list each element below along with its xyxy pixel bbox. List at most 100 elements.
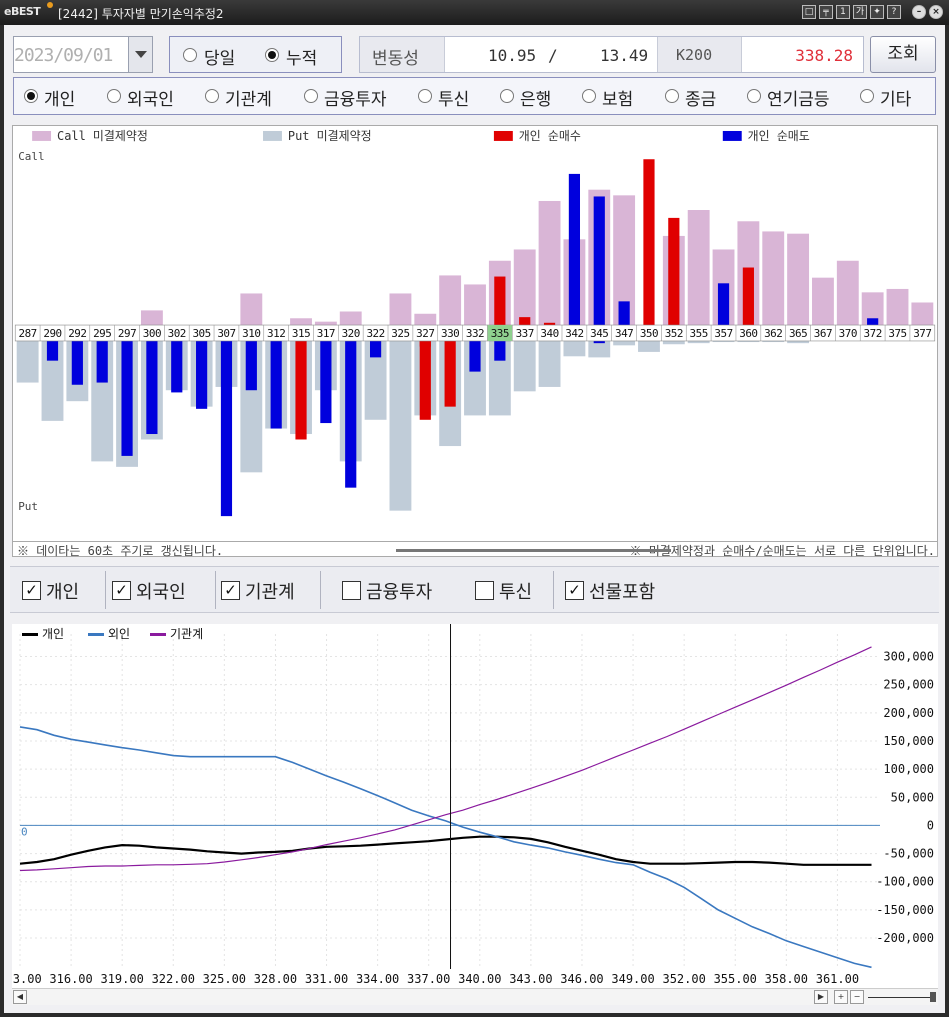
investor-radio-1[interactable] xyxy=(107,89,121,103)
put-net-bar xyxy=(220,340,233,517)
investor-radio-label: 종금 xyxy=(685,90,717,110)
x-tick-label: 340.00 xyxy=(458,972,501,986)
investor-radio-9[interactable] xyxy=(860,89,874,103)
settings-button[interactable]: ✦ xyxy=(870,5,884,19)
volatility-panel: 변동성 10.95 / 13.49 K200 338.28 xyxy=(359,36,864,73)
font-size-button[interactable]: 가 xyxy=(853,5,867,19)
investor-radio-2[interactable] xyxy=(205,89,219,103)
investor-radio-0[interactable] xyxy=(24,89,38,103)
zoom-slider-thumb[interactable] xyxy=(930,992,936,1002)
x-tick-label: 331.00 xyxy=(305,972,348,986)
link-group-button[interactable]: 1 xyxy=(836,5,850,19)
strike-label: 340 xyxy=(540,327,558,340)
investor-radio-6[interactable] xyxy=(582,89,596,103)
app-logo: eBEST xyxy=(4,5,41,18)
strike-label: 300 xyxy=(143,327,161,340)
y-tick-label: 200,000 xyxy=(883,706,934,720)
strike-label: 362 xyxy=(764,327,782,340)
put-net-bar xyxy=(320,340,332,424)
series-checkbox-0[interactable]: ✓ xyxy=(22,581,41,600)
investor-radio-3[interactable] xyxy=(304,89,318,103)
series-checkbox-1[interactable]: ✓ xyxy=(112,581,131,600)
put-net-bar xyxy=(146,340,158,435)
series-line-2 xyxy=(19,646,872,872)
series-checkbox-row: ✓ 개인 ✓ 외국인 ✓ 기관계 금융투자 투신 ✓ 선물포함 xyxy=(10,566,939,613)
zoom-slider-track[interactable] xyxy=(868,997,934,998)
index-label-cell: K200 xyxy=(657,37,742,72)
x-tick-label: 334.00 xyxy=(356,972,399,986)
call-oi-bar xyxy=(439,275,462,326)
investor-radio-4[interactable] xyxy=(418,89,432,103)
minimize-icon[interactable]: – xyxy=(912,5,926,19)
strike-label: 297 xyxy=(118,327,136,340)
investor-radio-label: 기관계 xyxy=(225,90,272,110)
logo-dot-icon xyxy=(47,2,53,8)
legend-line-2 xyxy=(150,633,166,636)
scroll-right-icon[interactable]: ▶ xyxy=(814,990,828,1004)
strike-label: 292 xyxy=(68,327,86,340)
zoom-out-icon[interactable]: − xyxy=(850,990,864,1004)
chevron-down-icon[interactable] xyxy=(128,37,152,72)
investor-radio-8[interactable] xyxy=(747,89,761,103)
strike-label: 322 xyxy=(366,327,384,340)
investor-radio-label: 은행 xyxy=(520,90,552,110)
scroll-left-icon[interactable]: ◀ xyxy=(13,990,27,1004)
investor-radio-label: 외국인 xyxy=(127,90,174,110)
call-oi-bar xyxy=(290,318,312,326)
put-oi-bar xyxy=(687,340,710,344)
horizontal-scrollbar[interactable]: ◀ ▶ + − xyxy=(12,988,938,1005)
call-net-bar xyxy=(519,317,531,326)
legend-label-1: Put 미결제약정 xyxy=(288,128,372,143)
investor-radio-label: 투신 xyxy=(438,90,470,110)
y-tick-label: -50,000 xyxy=(883,847,934,861)
series-checkbox-label: 외국인 xyxy=(136,582,186,603)
investor-radio-7[interactable] xyxy=(665,89,679,103)
strike-label: 307 xyxy=(217,327,235,340)
put-net-bar xyxy=(444,340,456,407)
pin-button[interactable]: ╤ xyxy=(819,5,833,19)
call-oi-bar xyxy=(140,310,163,326)
radio-today[interactable] xyxy=(183,48,197,62)
call-oi-bar xyxy=(389,293,412,326)
series-checkbox-4[interactable] xyxy=(475,581,494,600)
x-tick-label: 346.00 xyxy=(560,972,603,986)
splitter-handle[interactable] xyxy=(396,549,671,552)
open-interest-chart: Call 미결제약정 Put 미결제약정 개인 순매수 개인 순매도 Call Put 28… xyxy=(12,125,938,542)
strike-label: 377 xyxy=(913,327,931,340)
investor-radio-label: 금융투자 xyxy=(324,90,387,110)
title-bar: eBEST [2442] 투자자별 만기손익추정2 □ ╤ 1 가 ✦ ? – … xyxy=(0,0,949,25)
put-oi-bar xyxy=(787,340,810,344)
legend-swatch-2 xyxy=(493,130,513,141)
strike-label: 312 xyxy=(267,327,285,340)
query-button[interactable]: 조회 xyxy=(870,36,936,73)
date-picker[interactable]: 2023/09/01 xyxy=(13,36,153,73)
series-checkbox-5[interactable]: ✓ xyxy=(565,581,584,600)
volatility-value-2: 13.49 xyxy=(600,46,649,65)
call-oi-bar xyxy=(414,313,437,326)
strike-label: 350 xyxy=(640,327,658,340)
strike-label: 317 xyxy=(317,327,335,340)
legend-line-0 xyxy=(22,633,38,636)
close-icon[interactable]: × xyxy=(929,5,943,19)
put-oi-bar xyxy=(588,340,611,358)
help-button[interactable]: ? xyxy=(887,5,901,19)
strike-label: 295 xyxy=(93,327,111,340)
series-checkbox-3[interactable] xyxy=(342,581,361,600)
series-checkbox-2[interactable]: ✓ xyxy=(221,581,240,600)
restore-layout-button[interactable]: □ xyxy=(802,5,816,19)
radio-cumulative[interactable] xyxy=(265,48,279,62)
checkbox-separator-1 xyxy=(215,571,216,609)
zoom-in-icon[interactable]: + xyxy=(834,990,848,1004)
call-net-bar xyxy=(618,301,630,326)
checkbox-separator-3 xyxy=(553,571,554,609)
radio-cumulative-label: 누적 xyxy=(286,49,318,69)
volatility-label: 변동성 xyxy=(372,49,419,69)
checkbox-separator-2 xyxy=(320,571,321,609)
strike-label: 305 xyxy=(192,327,210,340)
strike-label: 302 xyxy=(168,327,186,340)
strike-label: 332 xyxy=(466,327,484,340)
x-tick-label: 313.00 xyxy=(12,972,42,986)
call-net-bar xyxy=(593,196,605,326)
investor-radio-label: 보험 xyxy=(602,90,634,110)
investor-radio-5[interactable] xyxy=(500,89,514,103)
